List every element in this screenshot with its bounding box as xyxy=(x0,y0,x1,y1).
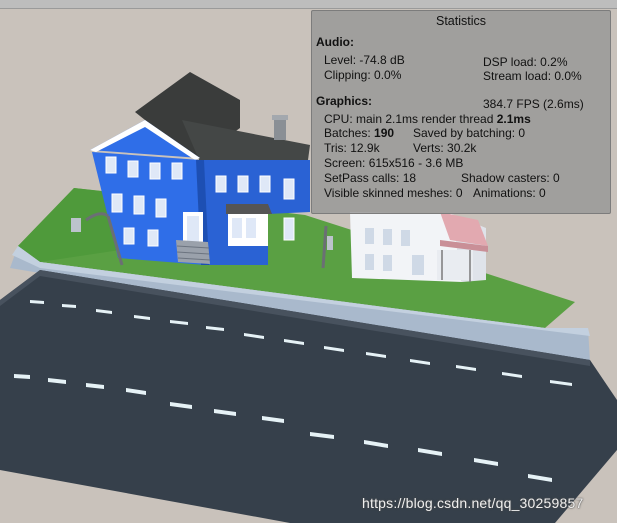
graphics-batches: Batches: 190 xyxy=(324,126,394,141)
statistics-panel: Statistics Audio: Level: -74.8 dB Clippi… xyxy=(311,10,611,214)
audio-clipping: Clipping: 0.0% xyxy=(324,68,402,82)
graphics-batches-value: 190 xyxy=(374,126,395,140)
audio-dsp-load: DSP load: 0.2% xyxy=(483,55,568,69)
graphics-heading: Graphics: xyxy=(316,94,373,108)
graphics-verts: Verts: 30.2k xyxy=(413,141,477,155)
watermark-url: https://blog.csdn.net/qq_30259857 xyxy=(362,495,584,511)
graphics-animations: Animations: 0 xyxy=(473,186,546,200)
graphics-shadow-casters: Shadow casters: 0 xyxy=(461,171,560,185)
graphics-cpu-render: 2.1ms xyxy=(496,112,531,126)
audio-heading: Audio: xyxy=(316,35,354,49)
graphics-setpass: SetPass calls: 18 xyxy=(324,171,417,185)
graphics-batches-label: Batches: xyxy=(324,126,375,140)
audio-stream-load: Stream load: 0.0% xyxy=(483,69,582,83)
graphics-cpu-prefix: CPU: main 2.1ms render thread xyxy=(324,112,497,126)
white-house xyxy=(350,212,488,282)
audio-level: Level: -74.8 dB xyxy=(324,53,405,67)
graphics-screen: Screen: 615x516 - 3.6 MB xyxy=(324,156,464,170)
graphics-saved-batching: Saved by batching: 0 xyxy=(413,126,526,140)
graphics-skinned-meshes: Visible skinned meshes: 0 xyxy=(324,186,463,200)
graphics-cpu: CPU: main 2.1ms render thread 2.1ms xyxy=(324,112,531,127)
graphics-fps: 384.7 FPS (2.6ms) xyxy=(483,97,584,111)
statistics-title: Statistics xyxy=(435,14,486,28)
graphics-tris: Tris: 12.9k xyxy=(324,141,380,155)
